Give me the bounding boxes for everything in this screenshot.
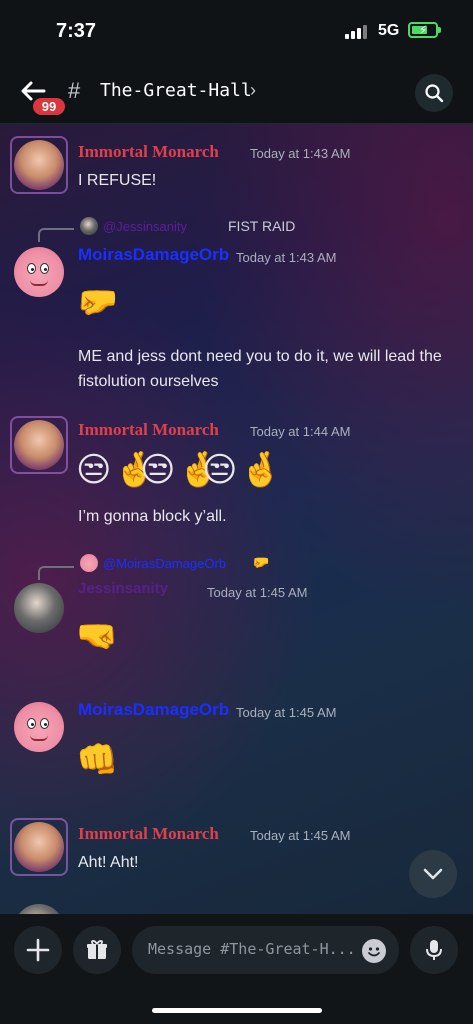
timestamp: Today at 1:44 AM <box>250 424 351 439</box>
message-composer: Message #The-Great-H... <box>0 914 473 1024</box>
message-emoji: 🤛 <box>76 283 119 321</box>
gift-icon <box>87 940 107 959</box>
message-text: ME and jess dont need you to do it, we w… <box>78 348 442 390</box>
plus-icon <box>26 938 50 962</box>
username[interactable]: Immortal Monarch <box>78 142 219 162</box>
message-text: I REFUSE! <box>78 172 157 189</box>
message-text: Aht! Aht! <box>78 854 139 871</box>
username[interactable]: Jessinsanity <box>78 580 168 597</box>
channel-header: 99 # The-Great-Hall › <box>0 62 473 124</box>
username[interactable]: MoirasDamageOrb <box>78 700 229 720</box>
unread-badge: 99 <box>31 96 67 117</box>
status-bar: 7:37 5G ⚡ <box>0 0 473 62</box>
scroll-to-bottom-button[interactable] <box>409 850 457 898</box>
channel-title[interactable]: The-Great-Hall <box>100 80 252 101</box>
timestamp: Today at 1:45 AM <box>250 828 351 843</box>
username[interactable]: Immortal Monarch <box>78 420 219 440</box>
timestamp: Today at 1:43 AM <box>236 250 337 265</box>
voice-message-button[interactable] <box>410 926 458 974</box>
avatar[interactable] <box>14 904 64 914</box>
chevron-down-icon <box>423 868 443 880</box>
signal-icon <box>345 25 367 39</box>
reply-username[interactable]: @MoirasDamageOrb <box>103 556 226 571</box>
chevron-right-icon[interactable]: › <box>250 80 256 101</box>
search-icon <box>425 84 444 103</box>
home-indicator <box>152 1008 322 1013</box>
search-button[interactable] <box>415 74 453 112</box>
battery-icon: ⚡ <box>408 22 441 38</box>
reply-text[interactable]: FIST RAID <box>228 218 295 234</box>
avatar[interactable] <box>14 420 64 470</box>
message-input[interactable]: Message #The-Great-H... <box>132 926 399 974</box>
reply-username[interactable]: @Jessinsanity <box>103 219 187 234</box>
status-time: 7:37 <box>56 20 97 42</box>
message-list[interactable]: Immortal Monarch Today at 1:43 AM I REFU… <box>0 124 473 914</box>
reply-connector <box>38 566 74 580</box>
message-placeholder: Message #The-Great-H... <box>148 940 356 958</box>
add-attachment-button[interactable] <box>14 926 62 974</box>
network-type: 5G <box>378 22 400 39</box>
timestamp: Today at 1:45 AM <box>207 585 308 600</box>
avatar[interactable] <box>14 583 64 633</box>
reply-text[interactable]: 🤛 <box>252 554 269 571</box>
message-emoji: 👊 <box>76 741 119 779</box>
emoji-icon[interactable] <box>362 939 386 963</box>
avatar[interactable] <box>14 247 64 297</box>
timestamp: Today at 1:43 AM <box>250 146 351 161</box>
avatar[interactable] <box>14 822 64 872</box>
message-emoji: 😒🤞 <box>202 451 284 489</box>
hash-icon: # <box>68 78 81 103</box>
message-text: I’m gonna block y’all. <box>78 508 227 525</box>
microphone-icon <box>426 940 442 960</box>
avatar[interactable] <box>14 702 64 752</box>
timestamp: Today at 1:45 AM <box>236 705 337 720</box>
message-emoji: 🤜 <box>76 617 119 655</box>
username[interactable]: Immortal Monarch <box>78 824 219 844</box>
username[interactable]: MoirasDamageOrb <box>78 245 229 265</box>
gift-button[interactable] <box>73 926 121 974</box>
reply-avatar <box>80 217 98 235</box>
avatar[interactable] <box>14 140 64 190</box>
reply-avatar <box>80 554 98 572</box>
reply-connector <box>38 228 74 242</box>
